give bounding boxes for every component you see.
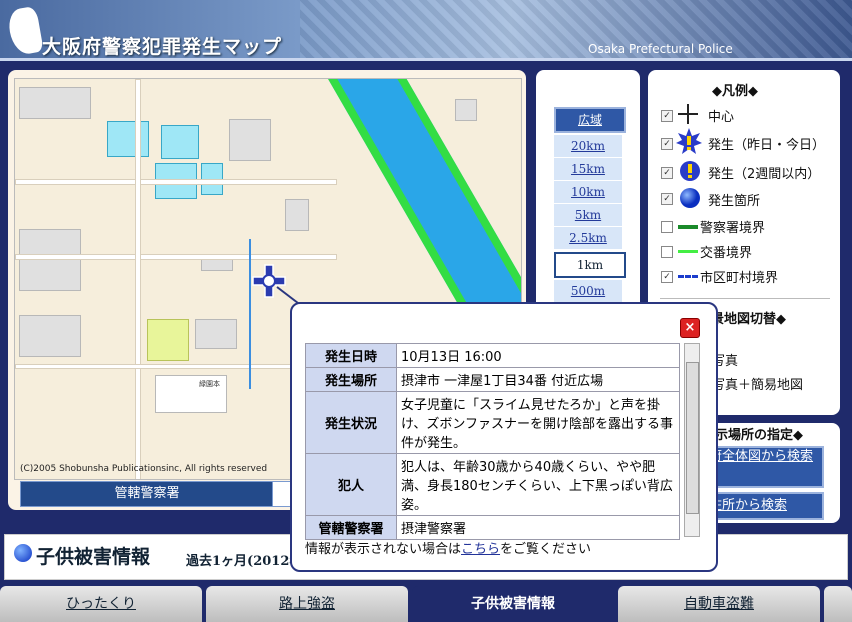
station-label: 管轄警察署 [20, 481, 274, 507]
header-aerial-photo [300, 0, 852, 60]
legend-police-boundary-label: 警察署境界 [700, 221, 766, 236]
map-building [19, 87, 91, 119]
scale-20km-button[interactable]: 20km [554, 135, 622, 157]
detail-value: 犯人は、年齢30歳から40歳くらい、やや肥満、身長180センチくらい、上下黒っぽ… [396, 453, 680, 516]
scale-500m-button[interactable]: 500m [554, 280, 622, 302]
detail-key: 犯人 [305, 453, 397, 516]
scale-10km-button[interactable]: 10km [554, 181, 622, 203]
detail-key: 発生状況 [305, 391, 397, 454]
legend-recent-label: 発生（昨日・今日） [708, 138, 826, 153]
warning-incident-icon [680, 161, 700, 181]
detail-key: 発生日時 [305, 343, 397, 368]
police-boundary-line-icon [678, 225, 698, 229]
note-link[interactable]: こちら [461, 542, 500, 557]
tab-child-harm[interactable]: 子供被害情報 [412, 586, 614, 622]
tab-more[interactable] [824, 586, 852, 622]
map-place-label: 緑園本 [199, 380, 220, 388]
table-row: 発生状況 女子児童に「スライム見せたろか」と声を掛け、ズボンファスナーを開け陰部を… [305, 391, 680, 454]
map-road [15, 179, 337, 185]
map-building [455, 99, 477, 121]
detail-value: 摂津市 一津屋1丁目34番 付近広場 [396, 367, 680, 392]
site-title: 大阪府警察犯罪発生マップ [42, 36, 283, 58]
legend-title: ◆凡例◆ [712, 84, 758, 99]
legend-city-boundary-checkbox[interactable]: ✓ [661, 271, 673, 283]
map-building [195, 319, 237, 349]
table-row: 発生日時 10月13日 16:00 [305, 343, 680, 368]
map-copyright: (C)2005 Shobunsha Publicationsinc, All r… [20, 464, 268, 474]
scale-2.5km-button[interactable]: 2.5km [554, 227, 622, 249]
legend-police-boundary-checkbox[interactable] [661, 221, 673, 233]
note-prefix: 情報が表示されない場合は [305, 542, 462, 557]
scale-5km-button[interactable]: 5km [554, 204, 622, 226]
map-switch-photo-map-option[interactable]: 写真＋簡易地図 [712, 374, 803, 393]
map-road [15, 364, 337, 369]
legend-2weeks-checkbox[interactable]: ✓ [661, 167, 673, 179]
legend-recent-checkbox[interactable]: ✓ [661, 138, 673, 150]
legend-2weeks-label: 発生（2週間以内） [708, 167, 821, 182]
map-building [19, 229, 81, 291]
map-building [107, 121, 149, 157]
detail-value: 10月13日 16:00 [396, 343, 680, 368]
popup-note: 情報が表示されない場合はこちらをご覧ください [305, 538, 591, 557]
note-suffix: をご覧ください [500, 542, 592, 557]
map-boundary-line [249, 239, 251, 389]
table-row: 発生場所 摂津市 一津屋1丁目34番 付近広場 [305, 367, 680, 392]
scale-1km-button[interactable]: 1km [554, 252, 626, 278]
incident-detail-table: 発生日時 10月13日 16:00 発生場所 摂津市 一津屋1丁目34番 付近広場 … [305, 343, 680, 540]
header-divider [0, 58, 852, 61]
legend-center-label: 中心 [708, 110, 735, 125]
info-title: 子供被害情報 [36, 546, 151, 568]
incident-location-icon [680, 188, 700, 208]
legend-koban-boundary-checkbox[interactable] [661, 246, 673, 258]
legend-location-checkbox[interactable]: ✓ [661, 193, 673, 205]
detail-key: 管轄警察署 [305, 515, 397, 540]
map-road [135, 79, 141, 479]
info-bullet-icon [14, 544, 32, 562]
legend-divider [660, 298, 830, 299]
map-park [147, 319, 189, 361]
koban-boundary-line-icon [678, 250, 698, 253]
tab-hittakuri[interactable]: ひったくり [0, 586, 202, 622]
legend-city-boundary-label: 市区町村境界 [700, 271, 779, 286]
city-boundary-line-icon [678, 275, 698, 278]
table-row: 管轄警察署 摂津警察署 [305, 515, 680, 540]
map-building [161, 125, 199, 159]
scale-wide-button[interactable]: 広域 [554, 107, 626, 133]
detail-key: 発生場所 [305, 367, 397, 392]
legend-koban-boundary-label: 交番境界 [700, 246, 753, 261]
center-crosshair-icon [678, 104, 698, 124]
detail-value: 女子児童に「スライム見せたろか」と声を掛け、ズボンファスナーを開け陰部を露出する… [396, 391, 680, 454]
scrollbar-thumb[interactable] [686, 362, 699, 514]
tab-robbery[interactable]: 路上強盗 [206, 586, 408, 622]
site-subtitle: Osaka Prefectural Police [588, 42, 733, 56]
tab-car-theft[interactable]: 自動車盗難 [618, 586, 820, 622]
legend-center-checkbox[interactable]: ✓ [661, 110, 673, 122]
map-building [19, 315, 81, 357]
popup-scrollbar[interactable] [684, 343, 700, 537]
detail-value: 摂津警察署 [396, 515, 680, 540]
starburst-incident-icon [676, 128, 702, 154]
map-building [285, 199, 309, 231]
popup-close-button[interactable]: × [680, 318, 700, 338]
map-building [229, 119, 271, 161]
table-row: 犯人 犯人は、年齢30歳から40歳くらい、やや肥満、身長180センチくらい、上下黒… [305, 453, 680, 516]
map-road [15, 254, 337, 260]
scale-15km-button[interactable]: 15km [554, 158, 622, 180]
legend-location-label: 発生箇所 [708, 194, 761, 209]
